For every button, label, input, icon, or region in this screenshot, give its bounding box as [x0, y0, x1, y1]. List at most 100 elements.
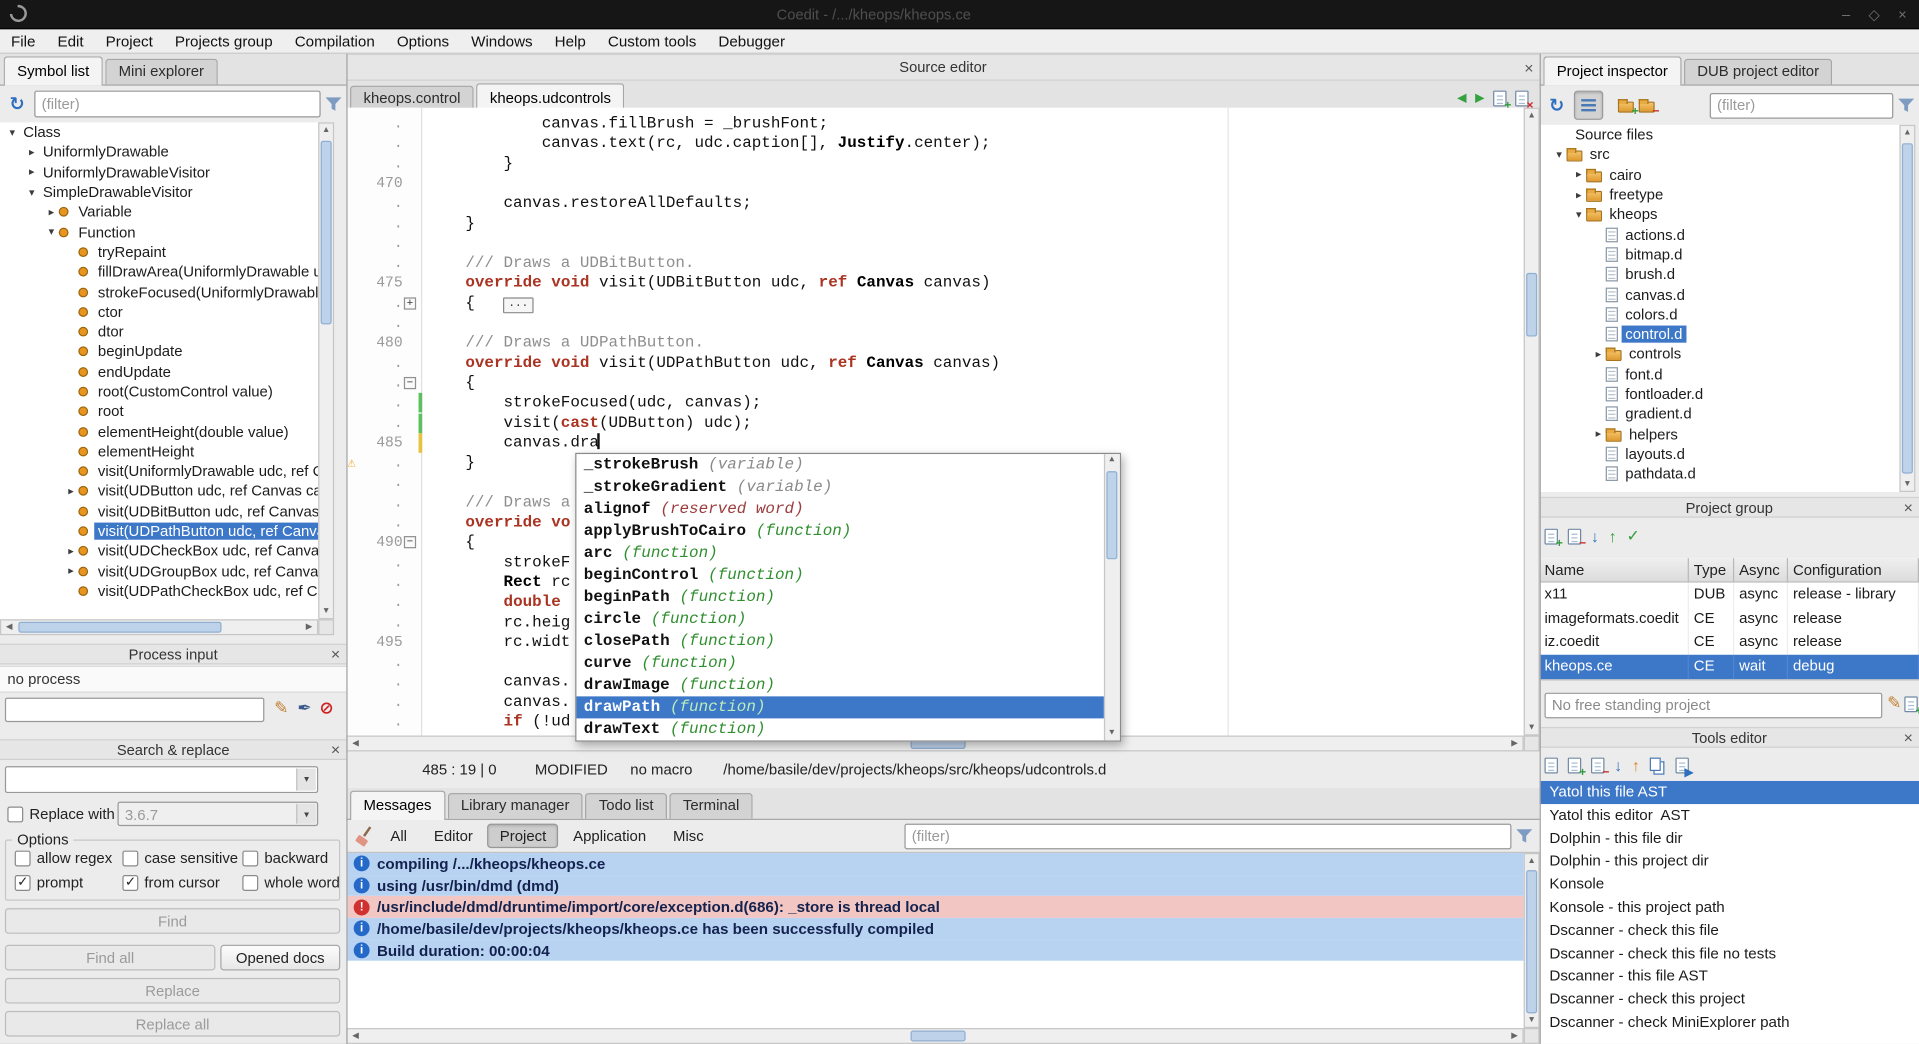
gutter-line[interactable]: .	[346, 313, 422, 333]
scroll-left-arrow[interactable]: ◀	[349, 737, 362, 750]
fold-marker[interactable]: −	[404, 536, 416, 548]
tree-item[interactable]: ctor	[0, 302, 318, 322]
folded-code-box[interactable]: ...	[504, 297, 534, 313]
tree-item[interactable]: fontloader.d	[1540, 384, 1900, 404]
tree-item[interactable]: visit(UniformlyDrawable udc, ref C	[0, 461, 318, 481]
code-line[interactable]: override void visit(UDPathButton udc, re…	[427, 353, 1000, 373]
tree-item[interactable]: control.d	[1540, 324, 1900, 344]
menu-help[interactable]: Help	[544, 29, 597, 53]
completion-item[interactable]: alignof(reserved word)	[576, 498, 1103, 520]
checkbox-allow-regex[interactable]: allow regex	[15, 849, 123, 866]
symbol-filter-input[interactable]	[34, 91, 320, 118]
search-term-combo[interactable]: ▾	[5, 766, 318, 793]
project-row[interactable]: iz.coeditCEasyncrelease	[1540, 631, 1919, 655]
expander-icon[interactable]: ▸	[1591, 347, 1606, 360]
remove-folder-icon[interactable]: −	[1639, 102, 1655, 113]
message-row[interactable]: i/home/basile/dev/projects/kheops/kheops…	[346, 918, 1523, 940]
tree-item[interactable]: colors.d	[1540, 304, 1900, 324]
scroll-up-arrow[interactable]: ▲	[1525, 854, 1538, 867]
completion-item[interactable]: _strokeBrush(variable)	[576, 454, 1103, 476]
column-header-name[interactable]: Name	[1540, 558, 1689, 582]
tree-item[interactable]: ▸cairo	[1540, 165, 1900, 185]
scroll-down-arrow[interactable]: ▼	[1901, 477, 1914, 490]
add-folder-icon[interactable]: +	[1618, 102, 1634, 113]
gutter-line[interactable]: 480	[346, 333, 422, 353]
code-line[interactable]: visit(cast(UDButton) udc);	[427, 413, 752, 433]
tool-item[interactable]: Dolphin - this project dir	[1540, 850, 1919, 873]
completion-item[interactable]: curve(function)	[576, 652, 1103, 674]
code-line[interactable]: }	[427, 154, 513, 174]
completion-item[interactable]: _strokeGradient(variable)	[576, 476, 1103, 498]
code-line[interactable]: strokeF	[427, 553, 570, 573]
tree-item[interactable]: pathdata.d	[1540, 464, 1900, 484]
gutter-line[interactable]: .	[346, 413, 422, 433]
checkbox-prompt[interactable]: prompt	[15, 874, 123, 891]
menu-project[interactable]: Project	[95, 29, 164, 53]
replace-button[interactable]: Replace	[5, 978, 340, 1004]
find-all-button[interactable]: Find all	[5, 945, 216, 971]
tree-item[interactable]: elementHeight	[0, 442, 318, 462]
cancel-process-icon[interactable]: ⊘	[319, 698, 333, 719]
menu-compilation[interactable]: Compilation	[284, 29, 386, 53]
fold-marker[interactable]: +	[404, 297, 416, 309]
scroll-down-arrow[interactable]: ▼	[319, 605, 332, 618]
menu-edit[interactable]: Edit	[46, 29, 94, 53]
code-line[interactable]: override void visit(UDBitButton udc, ref…	[427, 273, 990, 293]
tree-item[interactable]: dtor	[0, 322, 318, 342]
tool-item[interactable]: Konsole	[1540, 873, 1919, 896]
gutter-line[interactable]: .	[346, 652, 422, 672]
checkbox-box[interactable]	[7, 806, 23, 822]
expander-icon[interactable]: ▸	[1571, 168, 1586, 181]
new-tool-icon[interactable]	[1544, 757, 1557, 773]
code-line[interactable]: /// Draws a	[427, 493, 570, 513]
scroll-down-arrow[interactable]: ▼	[1525, 721, 1538, 734]
gutter-line[interactable]: .	[346, 613, 422, 633]
scroll-right-arrow[interactable]: ▶	[1508, 1029, 1521, 1042]
filter-project-button[interactable]: Project	[488, 824, 559, 848]
tree-item[interactable]: visit(UDPathButton udc, ref Canvas	[0, 521, 318, 541]
column-header-async[interactable]: Async	[1734, 558, 1788, 582]
expander-icon[interactable]: ▸	[64, 564, 79, 577]
tab-mini-explorer[interactable]: Mini explorer	[105, 59, 217, 85]
remove-tool-icon[interactable]: −	[1591, 757, 1604, 773]
expander-icon[interactable]: ▸	[1571, 188, 1586, 201]
code-line[interactable]: double	[427, 593, 561, 613]
checkbox-from-cursor[interactable]: from cursor	[122, 874, 242, 891]
tree-view-toggle-button[interactable]	[1574, 91, 1603, 120]
run-tool-icon[interactable]: ▶	[1675, 757, 1688, 773]
gutter-line[interactable]: 470	[346, 174, 422, 194]
filter-editor-button[interactable]: Editor	[422, 824, 485, 848]
message-row[interactable]: icompiling /.../kheops/kheops.ce	[346, 853, 1523, 875]
tree-item[interactable]: ▸visit(UDGroupBox udc, ref Canvas c	[0, 561, 318, 581]
completion-vscrollbar[interactable]: ▲ ▼	[1104, 454, 1120, 740]
filter-funnel-icon[interactable]	[1898, 97, 1914, 113]
completion-item[interactable]: drawText(function)	[576, 718, 1103, 740]
expander-icon[interactable]: ▸	[64, 544, 79, 557]
project-filter-input[interactable]	[1710, 92, 1894, 118]
tree-item[interactable]: font.d	[1540, 364, 1900, 384]
gutter-line[interactable]: .	[346, 214, 422, 234]
expander-icon[interactable]: ▸	[1591, 427, 1606, 440]
tab-library-manager[interactable]: Library manager	[447, 793, 583, 819]
checkbox-box[interactable]	[122, 874, 138, 890]
gutter-line[interactable]: .	[346, 593, 422, 613]
gutter-line[interactable]: .⚠	[346, 453, 422, 473]
scrollbar-thumb[interactable]	[1526, 870, 1537, 1013]
code-line[interactable]: rc.widt	[427, 632, 570, 652]
chevron-down-icon[interactable]: ▾	[296, 804, 316, 824]
gutter-line[interactable]: .	[346, 393, 422, 413]
tree-item[interactable]: ▸visit(UDButton udc, ref Canvas can	[0, 481, 318, 501]
gutter-line[interactable]: .	[346, 253, 422, 273]
checkbox-box[interactable]	[122, 850, 138, 866]
tree-item[interactable]: endUpdate	[0, 362, 318, 382]
gutter-line[interactable]: .	[346, 114, 422, 134]
scroll-right-arrow[interactable]: ▶	[1508, 737, 1521, 750]
code-line[interactable]: { ...	[427, 293, 533, 313]
tool-item[interactable]: Dscanner - check this project	[1540, 988, 1919, 1011]
tree-item[interactable]: ▸visit(UDCheckBox udc, ref Canvas	[0, 541, 318, 561]
expander-icon[interactable]: ▸	[24, 166, 39, 179]
close-panel-icon[interactable]: ×	[331, 645, 340, 666]
scrollbar-thumb[interactable]	[911, 1030, 966, 1041]
symbol-tree-hscrollbar[interactable]: ◀ ▶	[0, 619, 318, 635]
scroll-down-arrow[interactable]: ▼	[1105, 727, 1118, 740]
